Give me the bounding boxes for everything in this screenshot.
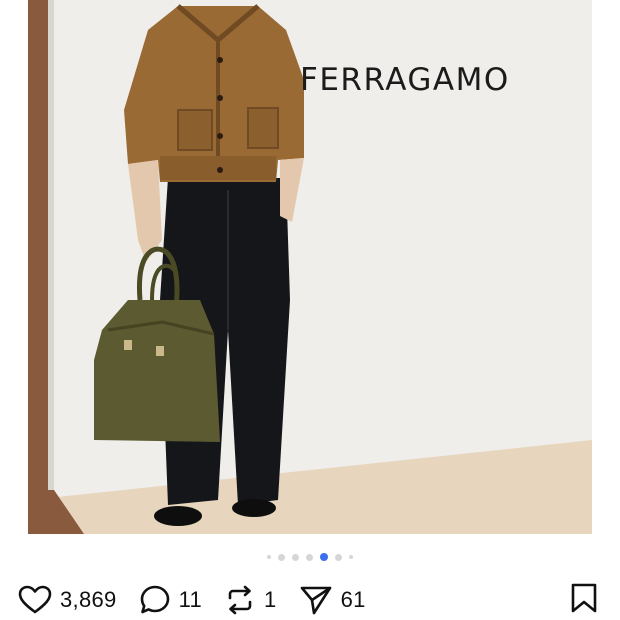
share-button[interactable]: 61: [299, 584, 366, 616]
save-button[interactable]: [570, 582, 598, 619]
like-button[interactable]: 3,869: [18, 585, 117, 615]
heart-icon: [18, 585, 52, 615]
carousel-dot: [292, 553, 299, 561]
bookmark-icon: [570, 583, 598, 618]
brand-logo-text: FERRAGAMO: [300, 62, 510, 98]
comment-icon: [139, 584, 171, 616]
reply-count: 11: [178, 587, 203, 612]
carousel-dot-active: [320, 553, 328, 561]
carousel-indicator: [0, 553, 620, 561]
carousel-dot: [278, 553, 285, 561]
like-count: 3,869: [60, 587, 117, 612]
repost-count: 1: [264, 587, 277, 612]
repost-button[interactable]: 1: [224, 584, 277, 616]
share-count: 61: [340, 587, 366, 612]
carousel-dot: [349, 555, 353, 559]
post-actions-bar: 3,869 11 1 61: [18, 582, 602, 618]
carousel-dot: [306, 553, 313, 561]
carousel-dot: [267, 555, 271, 559]
send-icon: [299, 584, 333, 616]
post-image[interactable]: FERRAGAMO: [28, 0, 592, 534]
reply-button[interactable]: 11: [139, 584, 202, 616]
carousel-dot: [335, 553, 342, 561]
repost-icon: [224, 584, 256, 616]
post-card: FERRAGAMO 3,869 11 1 61: [0, 0, 620, 620]
